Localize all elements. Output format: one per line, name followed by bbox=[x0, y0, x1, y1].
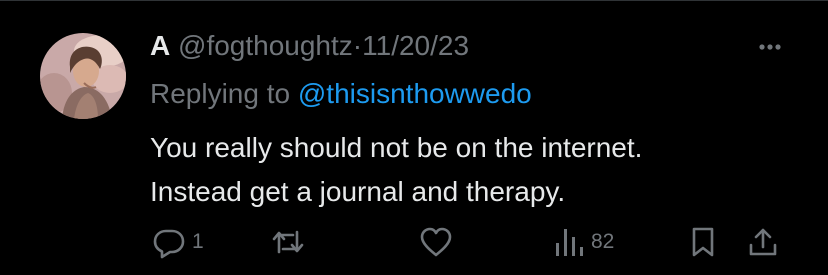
bookmark-icon bbox=[692, 227, 714, 257]
header-separator: · bbox=[352, 30, 363, 61]
tweet-text: You really should not be on the internet… bbox=[150, 126, 790, 214]
avatar[interactable] bbox=[40, 33, 126, 119]
views-button[interactable]: 82 bbox=[553, 222, 614, 262]
bar-chart-icon bbox=[556, 229, 583, 256]
display-name[interactable]: A bbox=[150, 30, 170, 61]
tweet-header: A @fogthoughtz·11/20/23 bbox=[150, 29, 469, 63]
more-options-button[interactable] bbox=[748, 30, 792, 64]
share-button[interactable] bbox=[746, 222, 780, 262]
bookmark-button[interactable] bbox=[688, 222, 718, 262]
tweet-date[interactable]: 11/20/23 bbox=[362, 30, 469, 61]
views-count: 82 bbox=[591, 230, 615, 253]
tweet-text-line: Instead get a journal and therapy. bbox=[150, 176, 566, 207]
reply-bubble-icon bbox=[153, 229, 185, 259]
retweet-arrows-icon bbox=[272, 230, 304, 254]
reply-button[interactable]: 1 bbox=[152, 222, 204, 262]
more-dots-icon bbox=[759, 44, 781, 50]
retweet-button[interactable] bbox=[270, 222, 312, 262]
reply-to-mention[interactable]: @thisisnthowwedo bbox=[298, 78, 532, 109]
tweet-text-line: You really should not be on the internet… bbox=[150, 132, 643, 163]
top-divider bbox=[0, 0, 828, 1]
user-handle[interactable]: @fogthoughtz bbox=[178, 30, 353, 61]
share-upload-icon bbox=[749, 228, 777, 256]
heart-icon bbox=[420, 227, 452, 257]
like-button[interactable] bbox=[418, 222, 460, 262]
reply-count: 1 bbox=[192, 230, 204, 253]
replying-to-line: Replying to @thisisnthowwedo bbox=[150, 77, 532, 111]
replying-to-prefix: Replying to bbox=[150, 78, 291, 109]
